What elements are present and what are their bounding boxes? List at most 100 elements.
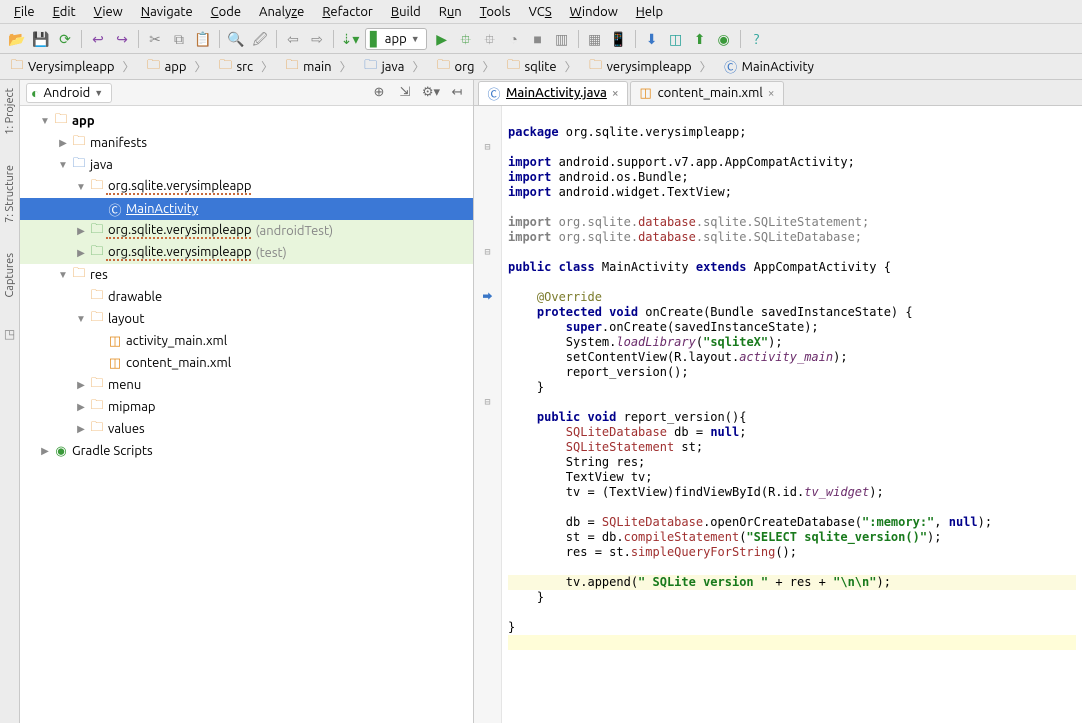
menu-view[interactable]: View <box>86 3 131 21</box>
expand-icon[interactable]: ▼ <box>56 269 70 281</box>
debug-icon[interactable]: ⯐ <box>455 28 477 50</box>
project-view-chooser[interactable]: ◐ Android ▼ <box>26 83 112 103</box>
tree-gradle-scripts[interactable]: ▶ ◉ Gradle Scripts <box>20 440 473 462</box>
crumb-project[interactable]: 🗀Verysimpleapp <box>4 54 141 80</box>
menu-vcs[interactable]: VCS <box>521 3 560 21</box>
tab-content-main[interactable]: ◫ content_main.xml × <box>630 81 784 105</box>
expand-icon[interactable]: ▼ <box>38 115 52 127</box>
run-configuration-chooser[interactable]: ▋ app ▼ <box>365 28 427 50</box>
tree-values[interactable]: ▶ 🗀 values <box>20 418 473 440</box>
avd-icon[interactable]: 📱 <box>608 28 630 50</box>
tree-app[interactable]: ▼ 🗀 app <box>20 110 473 132</box>
tree-content-main-xml[interactable]: ◫ content_main.xml <box>20 352 473 374</box>
folder-icon: 🗀 <box>88 308 106 330</box>
crumb-app[interactable]: 🗀app <box>141 54 213 80</box>
paste-icon[interactable]: 📋 <box>192 28 214 50</box>
crumb-class[interactable]: ⒸMainActivity <box>718 55 828 78</box>
stop-icon[interactable]: ■ <box>527 28 549 50</box>
sync-icon[interactable]: ⟳ <box>54 28 76 50</box>
menu-edit[interactable]: Edit <box>45 3 84 21</box>
profile-icon[interactable]: ◔ <box>503 28 525 50</box>
code-editor[interactable]: ⊟ ⊟ ⮕ ⊟ package org.sqlite.verysimpleapp… <box>474 106 1082 723</box>
fold-icon[interactable]: ⊟ <box>476 245 499 260</box>
rail-build-variants-icon[interactable]: ◳ <box>4 327 15 341</box>
rail-captures[interactable]: Captures <box>4 253 16 297</box>
menu-navigate[interactable]: Navigate <box>133 3 201 21</box>
menu-analyze[interactable]: Analyze <box>251 3 312 21</box>
tree-mainactivity[interactable]: Ⓒ MainActivity <box>20 198 473 220</box>
expand-icon[interactable]: ▼ <box>56 159 70 171</box>
menu-run[interactable]: Run <box>431 3 470 21</box>
tree-pkg-main[interactable]: ▼ 🗀 org.sqlite.verysimpleapp <box>20 176 473 198</box>
project-tree[interactable]: ▼ 🗀 app ▶ 🗀 manifests ▼ 🗀 java ▼ 🗀 org.s… <box>20 106 473 723</box>
scroll-to-source-icon[interactable]: ⊕ <box>369 83 389 103</box>
menu-help[interactable]: Help <box>628 3 671 21</box>
tree-java[interactable]: ▼ 🗀 java <box>20 154 473 176</box>
expand-icon[interactable]: ▶ <box>38 445 52 457</box>
fold-icon[interactable]: ⊟ <box>476 140 499 155</box>
find-icon[interactable]: 🔍 <box>225 28 247 50</box>
tree-pkg-test[interactable]: ▶ 🗀 org.sqlite.verysimpleapp (test) <box>20 242 473 264</box>
tree-mipmap[interactable]: ▶ 🗀 mipmap <box>20 396 473 418</box>
make-icon[interactable]: ⇣▾ <box>339 28 361 50</box>
rail-project[interactable]: 1: Project <box>4 88 16 135</box>
menu-window[interactable]: Window <box>562 3 626 21</box>
tree-pkg-androidtest[interactable]: ▶ 🗀 org.sqlite.verysimpleapp (androidTes… <box>20 220 473 242</box>
collapse-all-icon[interactable]: ⇲ <box>395 83 415 103</box>
tree-layout[interactable]: ▼ 🗀 layout <box>20 308 473 330</box>
menu-file[interactable]: File <box>6 3 43 21</box>
expand-icon[interactable]: ▶ <box>74 247 88 259</box>
expand-icon[interactable]: ▶ <box>74 379 88 391</box>
save-icon[interactable]: 💾 <box>30 28 52 50</box>
undo-icon[interactable]: ↩ <box>87 28 109 50</box>
rail-structure[interactable]: 7: Structure <box>4 165 16 223</box>
tree-activity-main-xml[interactable]: ◫ activity_main.xml <box>20 330 473 352</box>
expand-icon[interactable]: ▼ <box>74 181 88 193</box>
forward-icon[interactable]: ⇨ <box>306 28 328 50</box>
tab-mainactivity[interactable]: Ⓒ MainActivity.java × <box>478 81 628 105</box>
expand-icon[interactable]: ▶ <box>56 137 70 149</box>
crumb-sqlite[interactable]: 🗀sqlite <box>500 54 582 80</box>
fold-icon[interactable]: ⊟ <box>476 395 499 410</box>
crumb-src[interactable]: 🗀src <box>212 54 279 80</box>
expand-icon[interactable]: ▶ <box>74 401 88 413</box>
open-icon[interactable]: 📂 <box>6 28 28 50</box>
crumb-org[interactable]: 🗀org <box>430 54 500 80</box>
code-body[interactable]: package org.sqlite.verysimpleapp; import… <box>502 106 1082 723</box>
help-icon[interactable]: ? <box>746 28 768 50</box>
tree-label: MainActivity <box>124 202 198 216</box>
attach-icon[interactable]: ⯐ <box>479 28 501 50</box>
tree-drawable[interactable]: 🗀 drawable <box>20 286 473 308</box>
copy-icon[interactable]: ⧉ <box>168 28 190 50</box>
menu-build[interactable]: Build <box>383 3 429 21</box>
android-icon2[interactable]: ◫ <box>665 28 687 50</box>
menu-tools[interactable]: Tools <box>472 3 519 21</box>
crumb-pkg[interactable]: 🗀verysimpleapp <box>583 54 718 80</box>
monitor-icon[interactable]: ⬆ <box>689 28 711 50</box>
replace-icon[interactable]: 🖉 <box>249 28 271 50</box>
gutter[interactable]: ⊟ ⊟ ⮕ ⊟ <box>474 106 502 723</box>
layout-icon[interactable]: ▦ <box>584 28 606 50</box>
menu-refactor[interactable]: Refactor <box>314 3 381 21</box>
close-icon[interactable]: × <box>612 87 619 100</box>
redo-icon[interactable]: ↪ <box>111 28 133 50</box>
hide-panel-icon[interactable]: ↤ <box>447 83 467 103</box>
expand-icon[interactable]: ▶ <box>74 423 88 435</box>
sdk-icon[interactable]: ⬇ <box>641 28 663 50</box>
tree-res[interactable]: ▼ 🗀 res <box>20 264 473 286</box>
run-icon[interactable]: ▶ <box>431 28 453 50</box>
tree-manifests[interactable]: ▶ 🗀 manifests <box>20 132 473 154</box>
menu-code[interactable]: Code <box>203 3 249 21</box>
coverage-icon[interactable]: ▥ <box>551 28 573 50</box>
tree-menu[interactable]: ▶ 🗀 menu <box>20 374 473 396</box>
back-icon[interactable]: ⇦ <box>282 28 304 50</box>
cut-icon[interactable]: ✂ <box>144 28 166 50</box>
expand-icon[interactable]: ▼ <box>74 313 88 325</box>
crumb-main[interactable]: 🗀main <box>279 54 358 80</box>
droid-icon[interactable]: ◉ <box>713 28 735 50</box>
override-icon[interactable]: ⮕ <box>476 290 499 305</box>
crumb-java[interactable]: 🗀java <box>358 54 431 80</box>
close-icon[interactable]: × <box>768 87 775 100</box>
settings-icon[interactable]: ⚙▾ <box>421 83 441 103</box>
expand-icon[interactable]: ▶ <box>74 225 88 237</box>
